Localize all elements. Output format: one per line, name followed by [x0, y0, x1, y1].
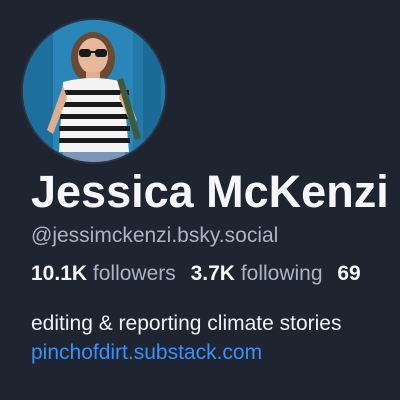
profile-page: Jessica McKenzi @jessimckenzi.bsky.socia…: [0, 0, 400, 400]
following-count[interactable]: 3.7K: [191, 262, 235, 285]
display-name: Jessica McKenzi: [31, 166, 389, 217]
profile-stats: 10.1K followers 3.7K following 69: [31, 261, 361, 287]
posts-count: 69: [337, 262, 361, 285]
avatar[interactable]: [21, 18, 167, 164]
profile-link[interactable]: pinchofdirt.substack.com: [31, 340, 262, 366]
profile-handle: @jessimckenzi.bsky.social: [31, 224, 279, 247]
avatar-photo: [23, 20, 165, 162]
followers-count[interactable]: 10.1K: [31, 262, 87, 285]
followers-label[interactable]: followers: [93, 262, 176, 285]
profile-bio: editing & reporting climate stories: [31, 312, 342, 335]
following-label[interactable]: following: [241, 262, 323, 285]
